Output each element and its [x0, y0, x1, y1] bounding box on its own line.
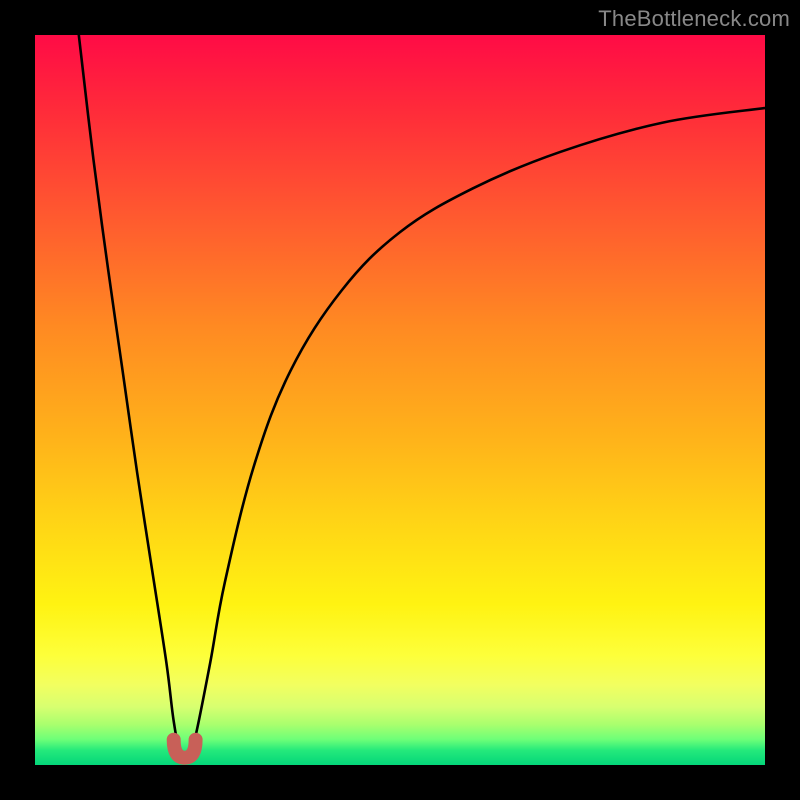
curve-overlay — [35, 35, 765, 765]
minimum-indicator-marker — [174, 740, 196, 758]
bottleneck-curve-line — [79, 35, 765, 762]
watermark-text: TheBottleneck.com — [598, 6, 790, 32]
chart-frame: TheBottleneck.com — [0, 0, 800, 800]
plot-area — [35, 35, 765, 765]
